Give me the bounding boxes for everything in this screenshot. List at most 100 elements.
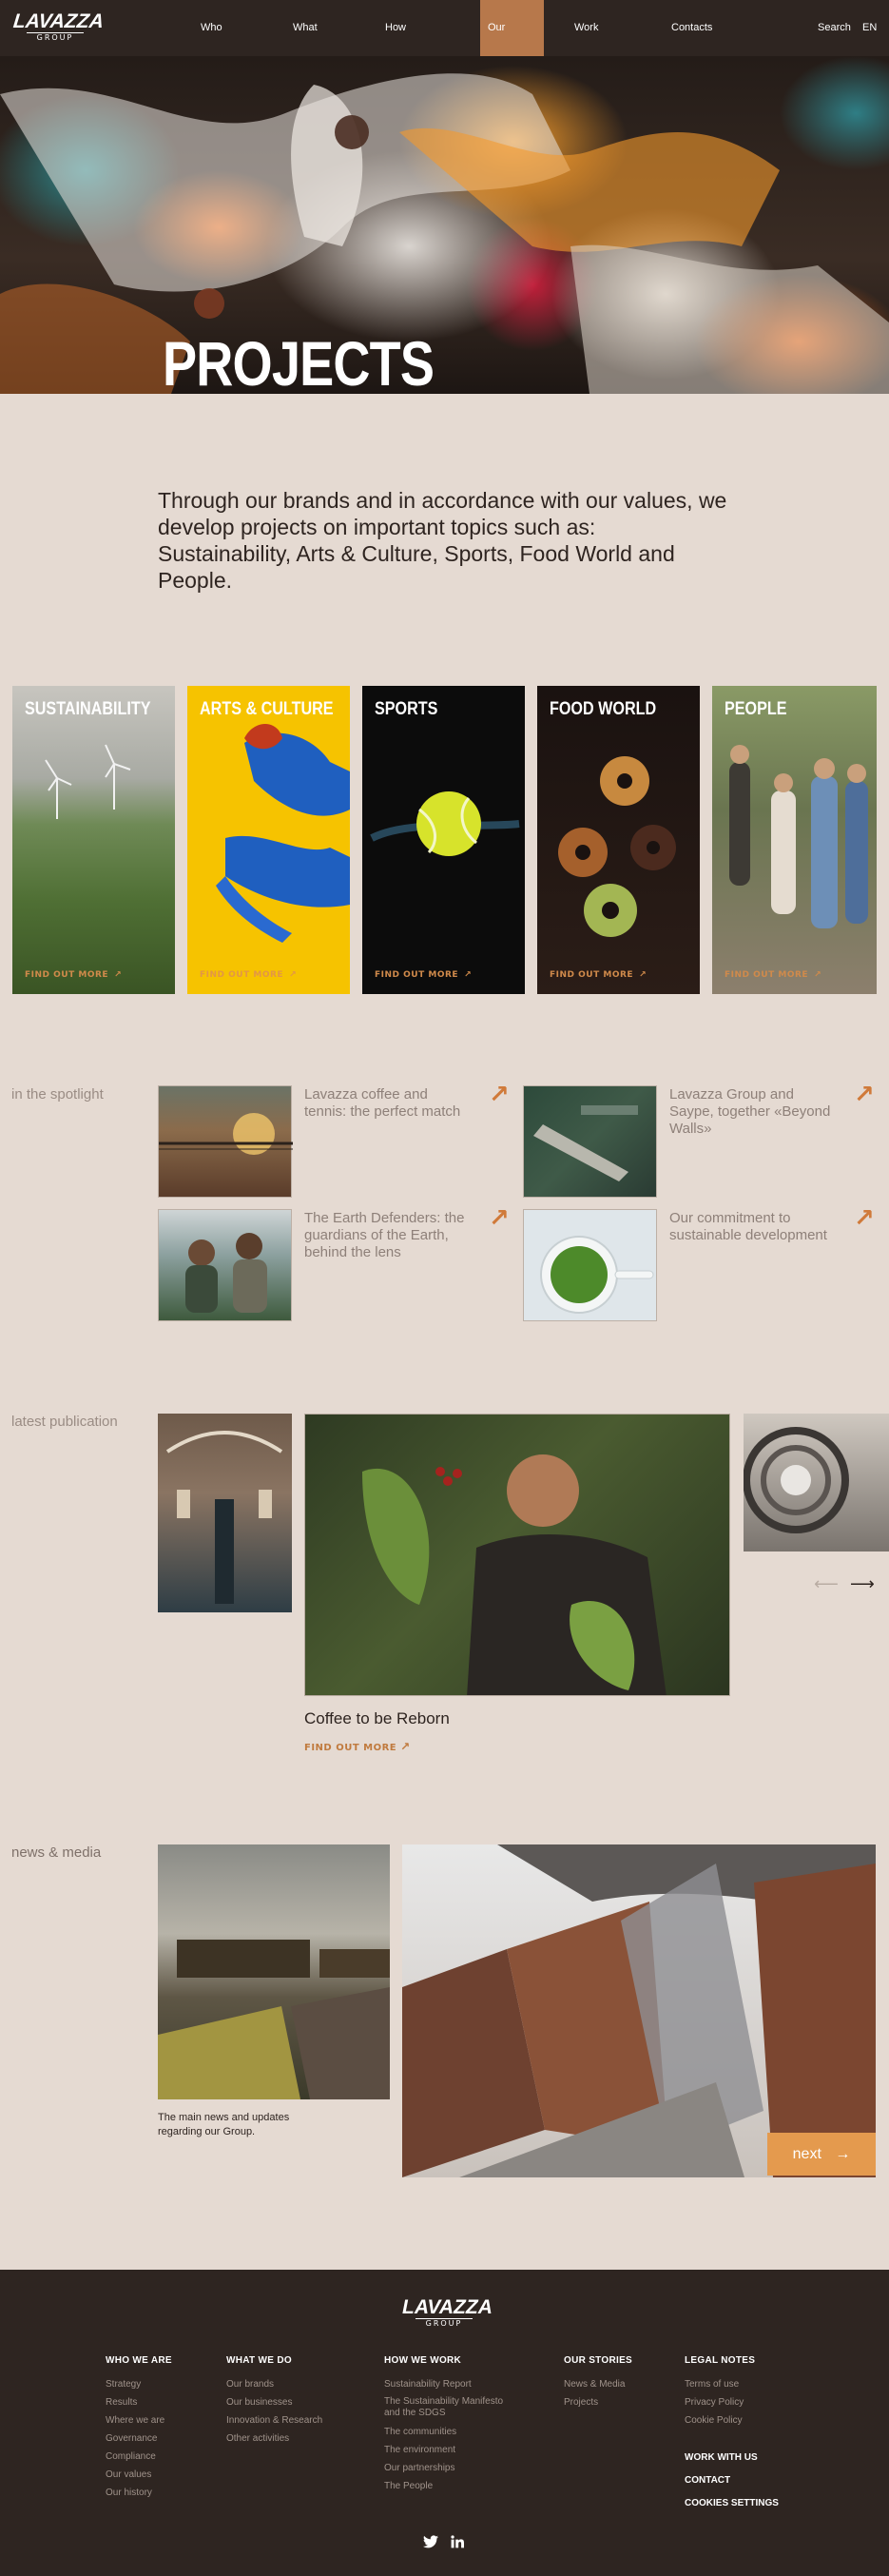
footer-link[interactable]: Governance: [106, 2430, 172, 2448]
publication-image-staircase[interactable]: [744, 1414, 889, 1551]
arrow-up-right-icon: ↗: [289, 970, 298, 980]
arts-image: [216, 724, 350, 943]
arrow-up-right-icon: ↗: [114, 970, 123, 980]
arrow-up-right-icon[interactable]: ↗: [489, 1083, 510, 1107]
category-card-sports[interactable]: SPORTS FIND OUT MORE ↗: [362, 686, 525, 994]
nav-what-we-do[interactable]: What we do: [285, 0, 325, 146]
hero-painting: [0, 73, 889, 394]
card-title: FOOD WORLD: [550, 699, 657, 719]
logo-sub: GROUP: [27, 32, 84, 43]
footer-link[interactable]: Innovation & Research: [226, 2411, 322, 2430]
category-card-arts-culture[interactable]: ARTS & CULTURE FIND OUT MORE ↗: [187, 686, 350, 994]
footer-link[interactable]: Privacy Policy: [685, 2393, 755, 2411]
footer-link[interactable]: Where we are: [106, 2411, 172, 2430]
news-image-building[interactable]: [402, 1844, 876, 2177]
footer-link[interactable]: News & Media: [564, 2375, 632, 2393]
arrow-up-right-icon: ↗: [464, 970, 473, 980]
spotlight-item-earth-defenders[interactable]: The Earth Defenders: the guardians of th…: [304, 1210, 466, 1261]
category-card-sustainability[interactable]: SUSTAINABILITY FIND OUT MORE ↗: [12, 686, 175, 994]
footer-link[interactable]: Our businesses: [226, 2393, 322, 2411]
next-button[interactable]: next →: [767, 2133, 876, 2176]
publication-image-coffee-reborn[interactable]: [304, 1414, 730, 1696]
footer-link[interactable]: Results: [106, 2393, 172, 2411]
logo-word: LAVAZZA: [11, 10, 106, 32]
spotlight-image-earth-defenders[interactable]: [158, 1209, 292, 1321]
footer-link[interactable]: The communities: [384, 2423, 517, 2441]
arrow-up-right-icon: ↗: [639, 970, 647, 980]
find-out-more-link[interactable]: FIND OUT MORE ↗: [25, 970, 122, 980]
category-card-food-world[interactable]: FOOD WORLD FIND OUT MORE ↗: [537, 686, 700, 994]
spotlight-image-tennis[interactable]: [158, 1085, 293, 1198]
footer-link[interactable]: The People: [384, 2477, 517, 2495]
nav-who-we-are[interactable]: Who we are: [193, 0, 230, 146]
publication-heading: latest publication: [11, 1414, 118, 1430]
donuts-image: [558, 756, 676, 937]
arrow-up-right-icon[interactable]: ↗: [854, 1206, 875, 1231]
link-label: FIND OUT MORE: [200, 970, 284, 980]
footer-column-who-we-are: WHO WE ARE Strategy Results Where we are…: [106, 2355, 172, 2502]
spotlight-heading: in the spotlight: [11, 1086, 104, 1103]
footer-heading: WHO WE ARE: [106, 2355, 172, 2366]
category-card-people[interactable]: PEOPLE FIND OUT MORE ↗: [712, 686, 877, 994]
lavazza-logo[interactable]: LAVAZZA GROUP: [11, 10, 106, 46]
publication-image-museum[interactable]: [158, 1414, 292, 1612]
page-title: PROJECTS: [163, 328, 435, 394]
next-label: next: [792, 2146, 821, 2162]
footer-heading: OUR STORIES: [564, 2355, 633, 2366]
cup-plant-image: [540, 1236, 654, 1314]
footer-link[interactable]: Terms of use: [685, 2375, 755, 2393]
footer-heading: WHAT WE DO: [226, 2355, 292, 2366]
nav-work-with-us[interactable]: Work with us: [567, 0, 606, 146]
footer-link[interactable]: Our partnerships: [384, 2459, 517, 2477]
footer-link[interactable]: Cookie Policy: [685, 2411, 755, 2430]
publication-title: Coffee to be Reborn: [304, 1709, 450, 1727]
footer-logo[interactable]: LAVAZZA GROUP: [402, 2297, 493, 2332]
footer-link[interactable]: The Sustainability Manifesto and the SDG…: [384, 2396, 517, 2419]
intro-text: Through our brands and in accordance wit…: [158, 488, 727, 593]
footer-link[interactable]: Sustainability Report: [384, 2375, 517, 2393]
nav-our-stories[interactable]: Our stories: [480, 0, 544, 89]
footer-link[interactable]: Other activities: [226, 2430, 322, 2448]
tennis-ball-image: [370, 791, 520, 856]
stadium-image: [158, 1940, 390, 2099]
spotlight-item-tennis[interactable]: Lavazza coffee and tennis: the perfect m…: [304, 1086, 466, 1121]
footer-contact[interactable]: CONTACT: [685, 2475, 730, 2486]
arrow-up-right-icon[interactable]: ↗: [854, 1083, 875, 1107]
wind-turbine-image: [45, 744, 131, 819]
spotlight-image-sustainable-development[interactable]: [523, 1209, 657, 1321]
footer-cookies-settings[interactable]: COOKIES SETTINGS: [685, 2498, 779, 2508]
linkedin-icon[interactable]: [451, 2534, 464, 2552]
arrow-right-icon: →: [835, 2146, 851, 2162]
news-image-stadium[interactable]: [158, 1844, 390, 2099]
twitter-icon[interactable]: [423, 2534, 438, 2552]
footer-link[interactable]: Strategy: [106, 2375, 172, 2393]
spotlight-image-saype[interactable]: [523, 1085, 657, 1198]
carousel-next-arrow-icon[interactable]: ⟶: [850, 1574, 875, 1594]
footer-work-with-us[interactable]: WORK WITH US: [685, 2452, 758, 2463]
link-label: FIND OUT MORE: [550, 970, 634, 980]
spotlight-item-saype[interactable]: Lavazza Group and Saype, together «Beyon…: [669, 1086, 831, 1138]
footer-column-how-we-work: HOW WE WORK Sustainability Report The Su…: [384, 2355, 517, 2495]
find-out-more-link[interactable]: FIND OUT MORE ↗: [200, 970, 297, 980]
link-label: FIND OUT MORE: [304, 1743, 397, 1753]
card-title: PEOPLE: [725, 699, 787, 719]
find-out-more-link[interactable]: FIND OUT MORE ↗: [375, 970, 472, 980]
arrow-up-right-icon[interactable]: ↗: [489, 1206, 510, 1231]
publication-find-out-more[interactable]: FIND OUT MORE ↗: [304, 1740, 411, 1753]
nav-contacts[interactable]: Contacts: [664, 0, 720, 56]
footer-link[interactable]: Projects: [564, 2393, 632, 2411]
nav-how-we-work[interactable]: How we work: [377, 0, 415, 146]
footer-link[interactable]: The environment: [384, 2441, 517, 2459]
carousel-prev-arrow-icon[interactable]: ⟵: [814, 1574, 839, 1594]
footer-link[interactable]: Compliance: [106, 2448, 172, 2466]
spotlight-item-sustainable-development[interactable]: Our commitment to sustainable developmen…: [669, 1210, 831, 1244]
footer-link[interactable]: Our history: [106, 2484, 172, 2502]
footer-link[interactable]: Our brands: [226, 2375, 322, 2393]
find-out-more-link[interactable]: FIND OUT MORE ↗: [725, 970, 821, 980]
language-selector[interactable]: EN: [862, 0, 877, 56]
find-out-more-link[interactable]: FIND OUT MORE ↗: [550, 970, 647, 980]
search-link[interactable]: Search: [818, 0, 851, 56]
link-label: FIND OUT MORE: [725, 970, 809, 980]
news-heading: news & media: [11, 1844, 102, 1861]
footer-link[interactable]: Our values: [106, 2466, 172, 2484]
